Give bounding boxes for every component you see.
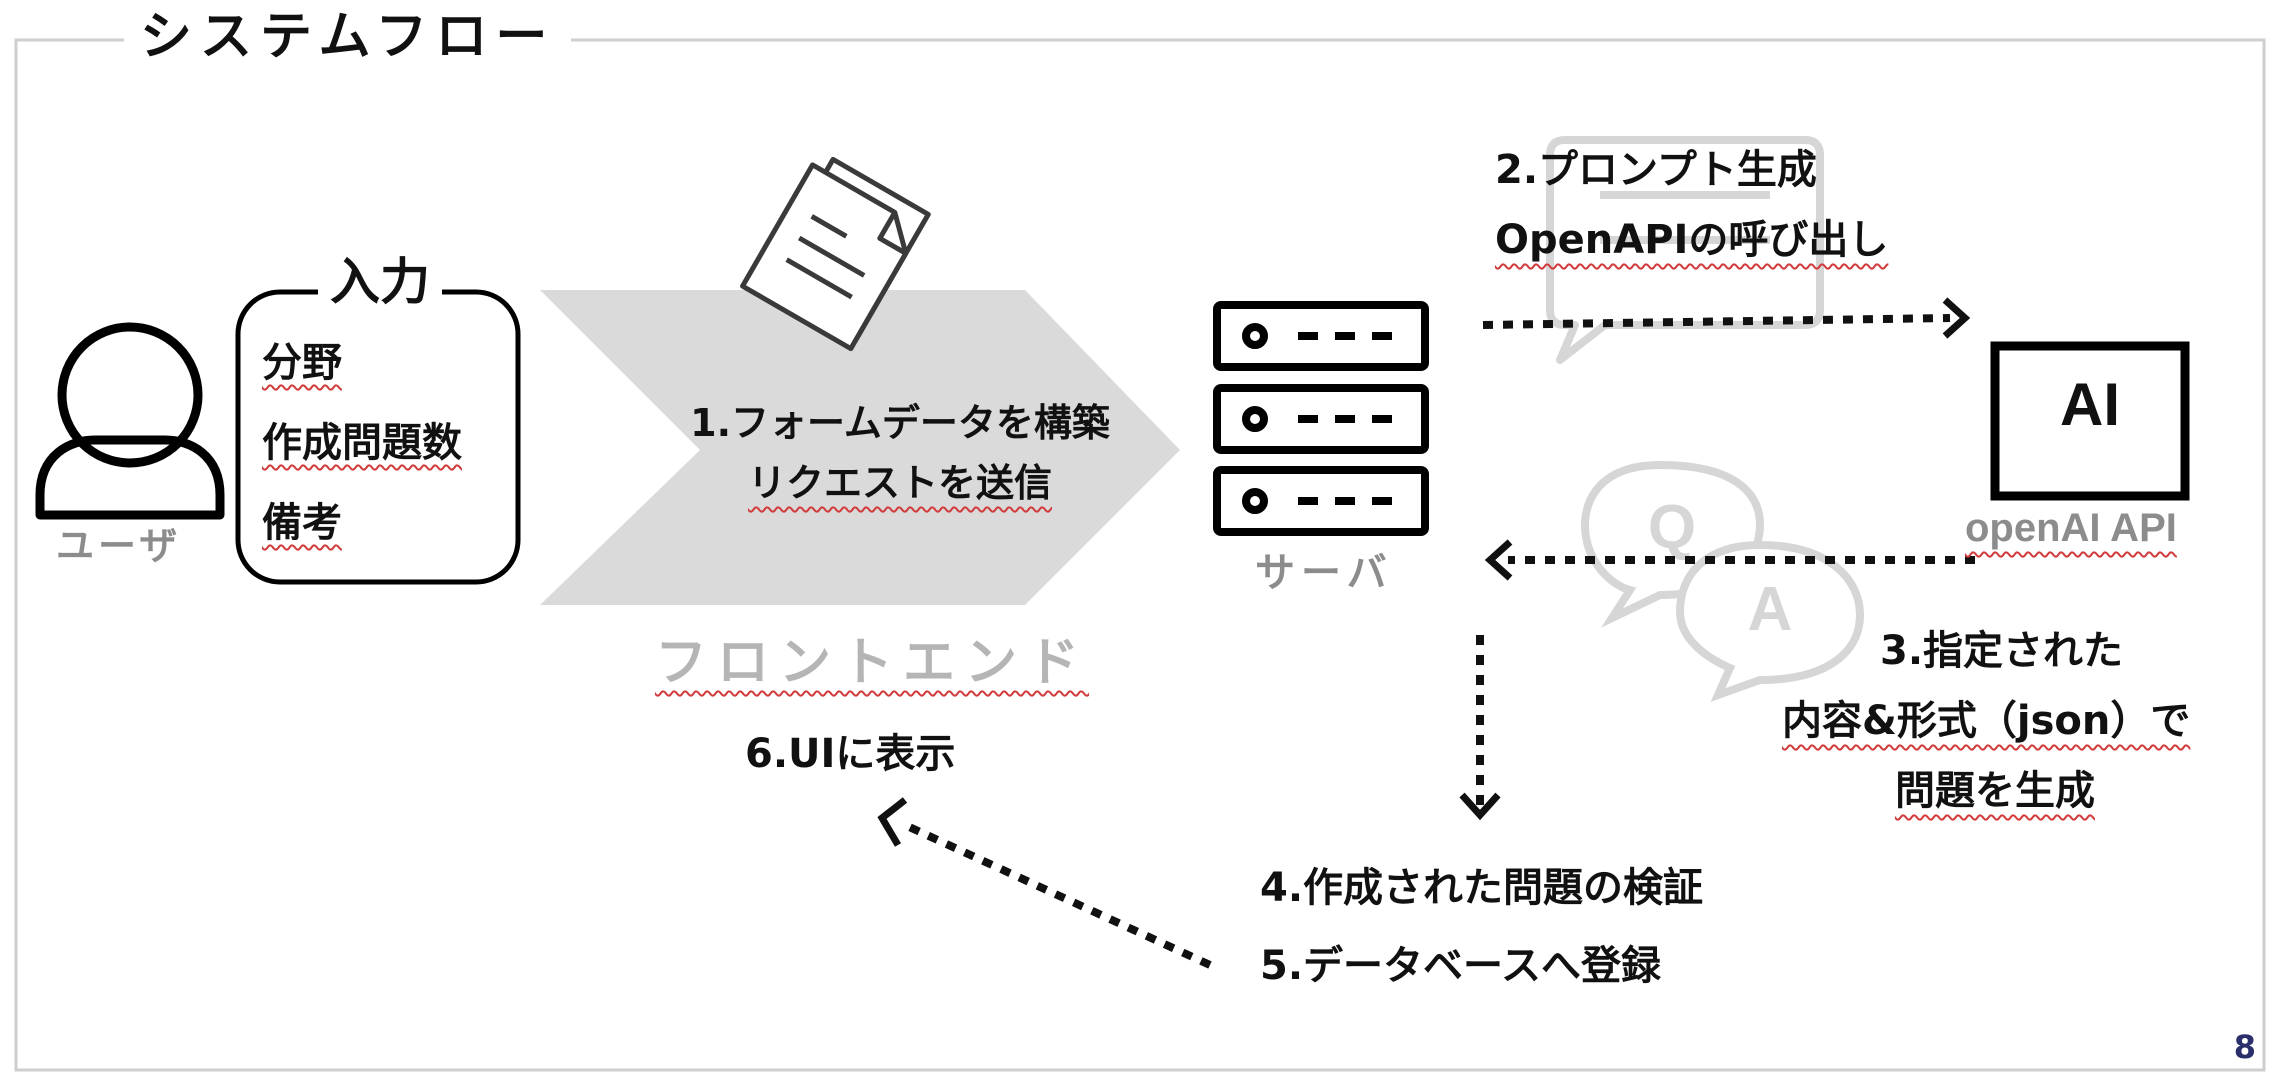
step2-line2: OpenAPIの呼び出し (1495, 217, 1889, 263)
step1-line2: リクエストを送信 (747, 461, 1052, 505)
step6-text: 6.UIに表示 (745, 731, 956, 777)
step1-line1: 1.フォームデータを構築 (690, 401, 1110, 445)
step3-line3: 問題を生成 (1895, 768, 2095, 814)
input-field-note: 備考 (262, 500, 342, 546)
slide: Q A システムフロー ユーザ 入力 分野 作成問題数 備考 1.フォームデータ… (0, 0, 2280, 1076)
arrow-to-ui (877, 797, 1212, 969)
input-field-bunya: 分野 (262, 340, 342, 386)
server-label: サーバ (1255, 550, 1393, 596)
frontend-label: フロントエンド (655, 633, 1090, 693)
step2-line1: 2.プロンプト生成 (1495, 147, 1817, 193)
input-field-count: 作成問題数 (262, 420, 462, 466)
diagram-graphics: Q A (14, 38, 2266, 1072)
ai-label: openAI API (1965, 506, 2177, 550)
qa-q-letter: Q (1648, 493, 1696, 562)
server-icon (1213, 301, 1429, 536)
step4-text: 4.作成された問題の検証 (1260, 865, 1704, 911)
step5-text: 5.データベースへ登録 (1260, 943, 1662, 989)
slide-title: システムフロー (124, 4, 572, 70)
step3-line1: 3.指定された (1880, 628, 2124, 674)
page-number: 8 (2233, 1028, 2256, 1066)
qa-a-letter: A (1748, 575, 1793, 644)
arrow-down (1459, 635, 1501, 821)
qa-bubbles-icon (1580, 460, 1865, 702)
slide-frame (14, 38, 2266, 1072)
ai-box-text: AI (2060, 371, 2120, 438)
user-icon (35, 322, 225, 520)
step3-line2: 内容&形式（json）で (1782, 698, 2191, 744)
user-label: ユーザ (56, 524, 182, 568)
input-box-title: 入力 (318, 250, 442, 314)
